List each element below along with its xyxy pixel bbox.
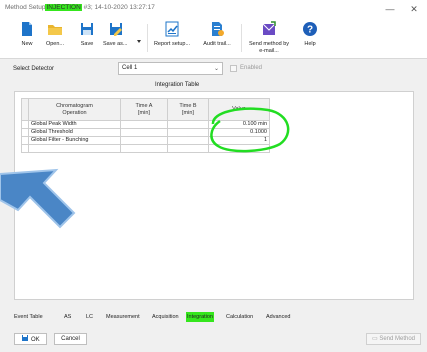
title-bar: Method SetupINJECTION #3; 14-10-2020 13:… <box>0 0 427 19</box>
tab-event-table[interactable]: Event Table <box>14 312 43 322</box>
save-as-button[interactable]: Save as... <box>100 21 141 55</box>
value-cell[interactable]: 0.1000 <box>208 128 270 137</box>
column-header-time-a-line1: Time A <box>135 102 153 109</box>
audit-trail-button[interactable]: Audit trail... <box>199 21 235 55</box>
send-method-label-line2: e-mail... <box>259 48 279 54</box>
svg-text:?: ? <box>307 25 313 36</box>
toolbar-divider <box>147 24 148 52</box>
folder-icon <box>48 25 62 35</box>
column-header-value-label: Value <box>232 106 246 112</box>
cancel-button[interactable]: Cancel <box>54 333 87 345</box>
send-icon: ▭ <box>371 336 378 342</box>
integration-table-panel: Chromatogram Operation Time A [min] Time… <box>14 91 414 300</box>
select-detector-label: Select Detector <box>13 66 55 72</box>
close-button[interactable]: ✕ <box>404 2 424 16</box>
table-row[interactable]: Global Peak Width 0.100 min <box>21 120 270 129</box>
operation-cell[interactable]: Global Peak Width <box>28 120 121 129</box>
column-header-time-b[interactable]: Time B [min] <box>167 98 209 121</box>
time-a-cell[interactable] <box>120 144 168 153</box>
send-method-button[interactable]: ▭ Send Method <box>366 333 421 345</box>
row-header-cell[interactable] <box>21 136 29 145</box>
dialog-footer: OK Cancel ▭ Send Method <box>0 330 427 352</box>
open-label: Open... <box>45 41 65 47</box>
column-header-time-a-line2: [min] <box>138 109 150 116</box>
toolbar-divider <box>241 24 242 52</box>
new-label: New <box>21 41 33 47</box>
column-header-time-a[interactable]: Time A [min] <box>120 98 168 121</box>
enabled-checkbox[interactable] <box>230 65 237 72</box>
minimize-button[interactable]: — <box>380 2 400 16</box>
send-method-email-button[interactable]: Send method by e-mail... <box>244 21 294 55</box>
save-icon <box>81 23 93 35</box>
tab-integration[interactable]: Integration <box>186 312 214 322</box>
row-header-cell[interactable] <box>21 120 29 129</box>
new-button[interactable]: New <box>16 21 38 55</box>
ok-button[interactable]: OK <box>14 333 47 345</box>
send-email-icon <box>262 21 276 35</box>
save-as-label: Save as... <box>103 41 128 47</box>
highlighted-empty-cell[interactable] <box>28 144 121 153</box>
enabled-label: Enabled <box>240 65 263 71</box>
title-prefix: Method Setup <box>5 4 46 11</box>
dropdown-arrow-icon[interactable] <box>137 40 141 43</box>
value-cell[interactable]: 0.100 min <box>208 120 270 129</box>
table-row[interactable]: Global Filter - Bunching 1 <box>21 136 270 145</box>
window-title: Method SetupINJECTION #3; 14-10-2020 13:… <box>5 4 155 11</box>
save-button[interactable]: Save <box>76 21 98 55</box>
column-header-operation-line1: Chromatogram <box>56 102 93 109</box>
time-a-cell[interactable] <box>120 128 168 137</box>
report-setup-label: Report setup... <box>153 41 191 47</box>
chevron-down-icon: ⌄ <box>213 66 219 72</box>
time-b-cell[interactable] <box>167 120 209 129</box>
tab-as[interactable]: AS <box>64 312 71 322</box>
save-as-icon <box>110 23 122 36</box>
title-suffix: #3; 14-10-2020 13:27:17 <box>83 4 155 11</box>
integration-table: Chromatogram Operation Time A [min] Time… <box>21 98 270 153</box>
toolbar: New Open... Save Save as... Report setup… <box>0 18 427 59</box>
column-header-time-b-line1: Time B <box>179 102 197 109</box>
ok-label: OK <box>31 337 40 343</box>
report-setup-button[interactable]: Report setup... <box>150 21 194 55</box>
tab-measurement[interactable]: Measurement <box>106 312 140 322</box>
column-header-operation-line2: Operation <box>62 109 87 116</box>
audit-trail-label: Audit trail... <box>203 41 231 47</box>
send-method-label-line1: Send method by <box>248 41 290 47</box>
column-header-value[interactable]: Value <box>208 98 270 121</box>
tab-acquisition[interactable]: Acquisition <box>152 312 179 322</box>
new-file-icon <box>22 22 32 36</box>
operation-cell[interactable]: Global Threshold <box>28 128 121 137</box>
title-highlight: INJECTION <box>45 4 82 11</box>
detector-select-value: Cell 1 <box>122 65 138 71</box>
report-icon <box>165 21 179 37</box>
detector-select[interactable]: Cell 1 ⌄ <box>118 62 223 75</box>
row-header-cell[interactable] <box>21 128 29 137</box>
value-cell[interactable]: 1 <box>208 136 270 145</box>
column-header-time-b-line2: [min] <box>182 109 194 116</box>
time-b-cell[interactable] <box>167 144 209 153</box>
value-cell[interactable] <box>208 144 270 153</box>
row-header-cell[interactable] <box>21 144 29 153</box>
row-header-corner <box>21 98 29 121</box>
table-row[interactable]: Global Threshold 0.1000 <box>21 128 270 137</box>
tab-advanced[interactable]: Advanced <box>266 312 290 322</box>
audit-trail-icon <box>212 22 224 36</box>
save-icon <box>22 335 29 341</box>
time-a-cell[interactable] <box>120 136 168 145</box>
time-a-cell[interactable] <box>120 120 168 129</box>
send-method-label: Send Method <box>379 336 416 342</box>
table-row-new[interactable] <box>21 144 270 153</box>
open-button[interactable]: Open... <box>42 21 68 55</box>
column-header-operation[interactable]: Chromatogram Operation <box>28 98 121 121</box>
help-label: Help <box>304 41 316 47</box>
tab-calculation[interactable]: Calculation <box>226 312 253 322</box>
operation-cell[interactable]: Global Filter - Bunching <box>28 136 121 145</box>
integration-table-title: Integration Table <box>155 82 200 88</box>
send-method-label: Send method by e-mail... <box>244 41 294 55</box>
time-b-cell[interactable] <box>167 136 209 145</box>
save-label: Save <box>80 41 94 47</box>
help-button[interactable]: ? Help <box>300 21 320 55</box>
time-b-cell[interactable] <box>167 128 209 137</box>
help-icon: ? <box>303 22 317 36</box>
tab-lc[interactable]: LC <box>86 312 93 322</box>
